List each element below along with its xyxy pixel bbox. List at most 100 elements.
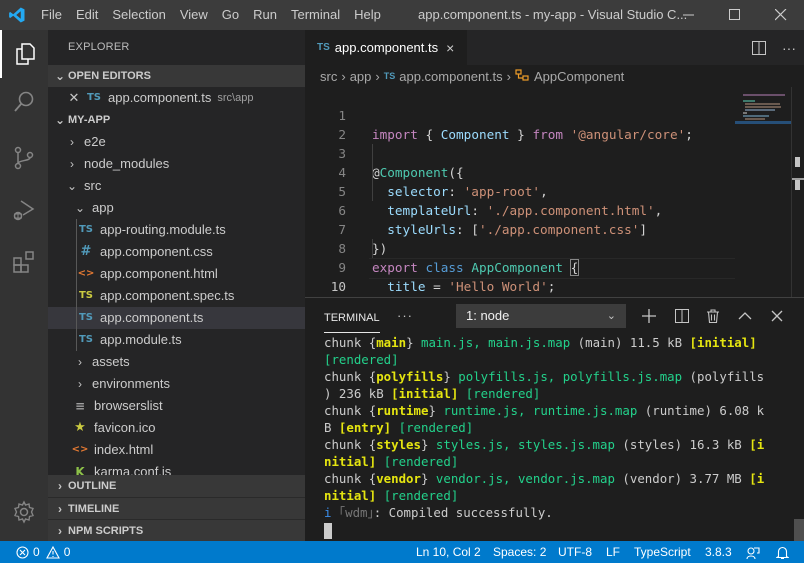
menu-view[interactable]: View bbox=[173, 0, 215, 30]
terminal-output[interactable]: chunk {main} main.js, main.js.map (main)… bbox=[324, 334, 764, 539]
activity-extensions[interactable] bbox=[0, 238, 48, 286]
tree-folder-assets[interactable]: › assets bbox=[48, 351, 305, 373]
menu-terminal[interactable]: Terminal bbox=[284, 0, 347, 30]
code-line: 1 import { Component } from '@angular/co… bbox=[305, 87, 735, 142]
kill-terminal-button[interactable] bbox=[703, 306, 723, 326]
close-window-button[interactable] bbox=[758, 0, 804, 30]
tree-file-app-module[interactable]: TS app.module.ts bbox=[48, 329, 305, 351]
tab-terminal[interactable]: TERMINAL bbox=[324, 298, 380, 333]
text-file-icon: ≡ bbox=[74, 399, 86, 413]
feedback-icon bbox=[746, 547, 760, 560]
terminal-scrollbar[interactable] bbox=[794, 519, 804, 541]
indent-guide bbox=[76, 219, 77, 241]
tree-item-label: assets bbox=[92, 354, 130, 369]
tree-folder-environments[interactable]: › environments bbox=[48, 373, 305, 395]
end-of-line[interactable]: LF bbox=[606, 541, 620, 563]
activity-source-control[interactable] bbox=[0, 134, 48, 182]
typescript-version[interactable]: 3.8.3 bbox=[705, 541, 732, 563]
language-mode[interactable]: TypeScript bbox=[634, 541, 691, 563]
tree-folder-app[interactable]: ⌄ app bbox=[48, 197, 305, 219]
activity-search[interactable] bbox=[0, 78, 48, 126]
menu-selection[interactable]: Selection bbox=[105, 0, 172, 30]
chevron-right-icon: › bbox=[78, 377, 82, 391]
tree-item-label: favicon.ico bbox=[94, 420, 156, 435]
extensions-icon bbox=[13, 251, 34, 273]
minimize-button[interactable] bbox=[666, 0, 712, 30]
terminal-line: nitial] [rendered] bbox=[324, 488, 459, 503]
menu-file[interactable]: File bbox=[34, 0, 69, 30]
activity-manage[interactable] bbox=[0, 488, 48, 536]
encoding[interactable]: UTF-8 bbox=[558, 541, 592, 563]
menu-go[interactable]: Go bbox=[215, 0, 246, 30]
indent-guide bbox=[76, 285, 77, 307]
maximize-panel-button[interactable] bbox=[735, 306, 755, 326]
tree-file-app-component-spec[interactable]: TS app.component.spec.ts bbox=[48, 285, 305, 307]
terminal-select-value: 1: node bbox=[466, 308, 510, 323]
breadcrumb-file[interactable]: app.component.ts bbox=[399, 69, 502, 84]
menu-edit[interactable]: Edit bbox=[69, 0, 105, 30]
indent-guide bbox=[372, 239, 373, 258]
menu-help[interactable]: Help bbox=[347, 0, 388, 30]
close-editor-icon[interactable]: ✕ bbox=[66, 87, 82, 109]
maximize-button[interactable] bbox=[712, 0, 758, 30]
close-panel-button[interactable] bbox=[767, 306, 787, 326]
outline-header[interactable]: › OUTLINE bbox=[48, 475, 305, 497]
split-terminal-button[interactable] bbox=[672, 306, 692, 326]
css-file-icon: # bbox=[80, 244, 92, 259]
tree-file-app-component-css[interactable]: # app.component.css bbox=[48, 241, 305, 263]
breadcrumb-src[interactable]: src bbox=[320, 69, 337, 84]
chevron-down-icon: ⌄ bbox=[74, 201, 86, 215]
class-symbol-icon bbox=[515, 68, 529, 84]
activity-run-debug[interactable] bbox=[0, 186, 48, 234]
split-editor-button[interactable] bbox=[744, 40, 774, 55]
open-editor-item[interactable]: ✕ TS app.component.ts src\app bbox=[48, 87, 305, 109]
more-actions-button[interactable]: ··· bbox=[774, 40, 804, 56]
tree-file-app-component-html[interactable]: <> app.component.html bbox=[48, 263, 305, 285]
open-editor-path: src\app bbox=[217, 92, 254, 104]
title-bar: File Edit Selection View Go Run Terminal… bbox=[0, 0, 804, 30]
breadcrumb-symbol[interactable]: AppComponent bbox=[534, 69, 624, 84]
problems-indicator[interactable]: 0 0 bbox=[16, 541, 70, 563]
project-header[interactable]: ⌄ MY-APP bbox=[48, 109, 305, 131]
breadcrumb-app[interactable]: app bbox=[350, 69, 372, 84]
tree-item-label: browserslist bbox=[94, 398, 163, 413]
notifications-button[interactable] bbox=[775, 545, 790, 563]
tree-folder-node-modules[interactable]: › node_modules bbox=[48, 153, 305, 175]
tree-item-label: app.component.spec.ts bbox=[100, 288, 235, 303]
open-editors-header[interactable]: ⌄ OPEN EDITORS bbox=[48, 65, 305, 87]
panel-header: TERMINAL ··· 1: node ⌄ bbox=[305, 298, 804, 333]
tree-folder-src[interactable]: ⌄ src bbox=[48, 175, 305, 197]
minimap[interactable] bbox=[735, 87, 791, 297]
tree-item-label: e2e bbox=[84, 134, 106, 149]
feedback-button[interactable] bbox=[746, 545, 760, 563]
tree-file-favicon[interactable]: ★ favicon.ico bbox=[48, 417, 305, 439]
search-icon bbox=[14, 91, 34, 112]
chevron-right-icon: › bbox=[58, 479, 62, 493]
tree-file-app-component-ts[interactable]: TS app.component.ts bbox=[48, 307, 305, 329]
indentation[interactable]: Spaces: 2 bbox=[493, 541, 546, 563]
timeline-label: TIMELINE bbox=[68, 502, 120, 515]
tree-folder-e2e[interactable]: › e2e bbox=[48, 131, 305, 153]
new-terminal-button[interactable] bbox=[639, 306, 659, 326]
code-editor[interactable]: 1 import { Component } from '@angular/co… bbox=[305, 87, 735, 314]
chevron-right-icon: › bbox=[375, 68, 380, 84]
tree-file-index-html[interactable]: <> index.html bbox=[48, 439, 305, 461]
editor-vertical-scrollbar[interactable] bbox=[791, 87, 804, 297]
terminal-select[interactable]: 1: node ⌄ bbox=[456, 304, 626, 328]
close-icon bbox=[771, 310, 783, 322]
tree-file-browserslist[interactable]: ≡ browserslist bbox=[48, 395, 305, 417]
tree-file-app-routing-module[interactable]: TS app-routing.module.ts bbox=[48, 219, 305, 241]
split-icon bbox=[675, 309, 689, 323]
activity-explorer[interactable] bbox=[0, 30, 48, 78]
files-icon bbox=[16, 43, 35, 65]
timeline-header[interactable]: › TIMELINE bbox=[48, 497, 305, 519]
tab-app-component-ts[interactable]: TS app.component.ts × bbox=[305, 30, 467, 65]
typescript-file-icon: TS bbox=[78, 224, 94, 235]
close-tab-icon[interactable]: × bbox=[446, 40, 454, 56]
cursor-position[interactable]: Ln 10, Col 2 bbox=[416, 541, 481, 563]
menu-run[interactable]: Run bbox=[246, 0, 284, 30]
npm-scripts-header[interactable]: › NPM SCRIPTS bbox=[48, 519, 305, 541]
panel-more-button[interactable]: ··· bbox=[397, 308, 413, 323]
tree-item-label: app.component.html bbox=[100, 266, 218, 281]
terminal-panel: TERMINAL ··· 1: node ⌄ chunk {main} main… bbox=[305, 297, 804, 541]
